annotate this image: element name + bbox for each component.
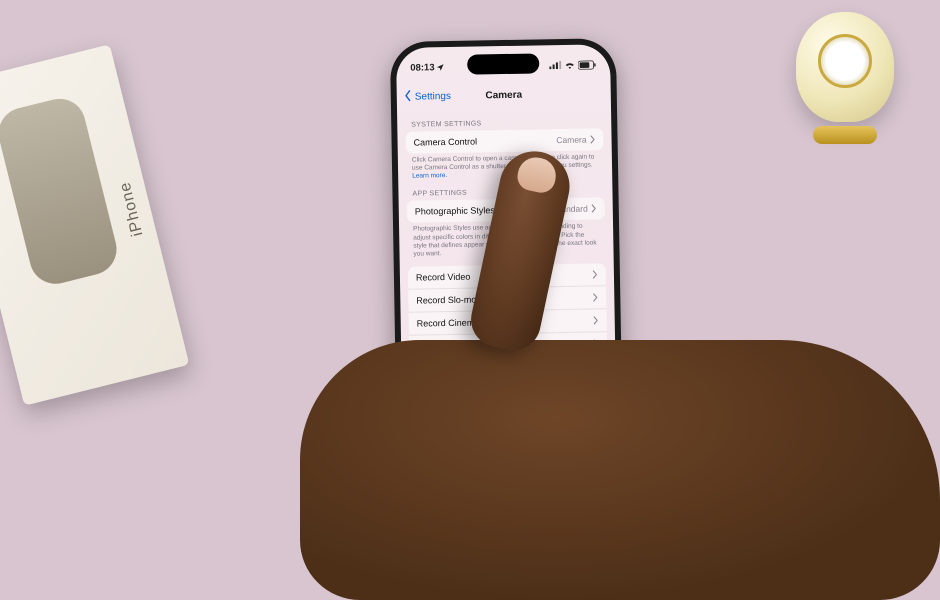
row-label: Camera Control <box>414 137 478 148</box>
chevron-left-icon <box>403 89 413 104</box>
back-button[interactable]: Settings <box>403 88 451 104</box>
record-video-row[interactable]: Record Video <box>408 263 606 289</box>
row-label: Formats <box>417 364 450 375</box>
volume-up-burst-row[interactable]: Use Volume Up for Burst <box>410 401 608 427</box>
wifi-icon <box>564 61 575 69</box>
record-slomo-row[interactable]: Record Slo-mo <box>408 286 606 312</box>
record-sound-row[interactable]: Record Sound <box>409 332 607 358</box>
camera-control-footer: Click Camera Control to open a camera ap… <box>406 150 604 181</box>
page-title: Camera <box>485 89 522 101</box>
battery-icon <box>578 60 596 69</box>
chevron-right-icon <box>593 338 599 348</box>
row-label: Use Volume Up for Burst <box>418 409 517 421</box>
chevron-right-icon <box>594 384 600 394</box>
formats-row[interactable]: Formats <box>409 355 607 381</box>
row-label: Preserve Settings <box>418 386 489 397</box>
settings-list: Record Video Record Slo-mo Record Cinema… <box>408 263 610 472</box>
row-value: Camera <box>556 135 586 146</box>
scan-qr-codes-row[interactable]: Scan QR Codes <box>411 424 609 450</box>
chevron-right-icon <box>592 269 598 279</box>
back-label: Settings <box>415 90 451 102</box>
show-detected-text-row[interactable]: Show Detected Text <box>411 447 609 472</box>
iphone-device: 08:13 Se <box>390 38 624 522</box>
row-label: Scan QR Codes <box>419 432 484 443</box>
chevron-right-icon <box>591 204 597 214</box>
preserve-settings-row[interactable]: Preserve Settings <box>410 378 608 404</box>
learn-more-link[interactable]: Learn more. <box>412 172 447 180</box>
row-label: Record Sound <box>417 340 475 351</box>
chevron-right-icon <box>592 292 598 302</box>
status-time: 08:13 <box>410 62 435 73</box>
location-icon <box>437 63 445 71</box>
row-label: Record Cinematic <box>417 317 489 328</box>
chevron-right-icon <box>589 134 595 144</box>
dynamic-island <box>467 53 539 74</box>
clock-prop <box>790 0 900 144</box>
record-cinematic-row[interactable]: Record Cinematic <box>409 309 607 335</box>
nav-bar: Settings Camera <box>397 78 611 112</box>
chevron-right-icon <box>593 361 599 371</box>
cellular-icon <box>549 61 561 69</box>
chevron-right-icon <box>593 315 599 325</box>
photo-styles-footer: Photographic Styles use advanced scene u… <box>407 220 606 259</box>
row-label: Show Detected Text <box>419 455 499 466</box>
row-label: Record Video <box>416 272 471 283</box>
row-label: Record Slo-mo <box>416 294 476 305</box>
iphone-box-prop: iPhone <box>0 44 189 405</box>
row-value: Standard <box>553 204 588 215</box>
row-label: Photographic Styles <box>415 206 495 217</box>
iphone-box-label: iPhone <box>117 180 148 239</box>
screen: 08:13 Se <box>396 44 618 516</box>
